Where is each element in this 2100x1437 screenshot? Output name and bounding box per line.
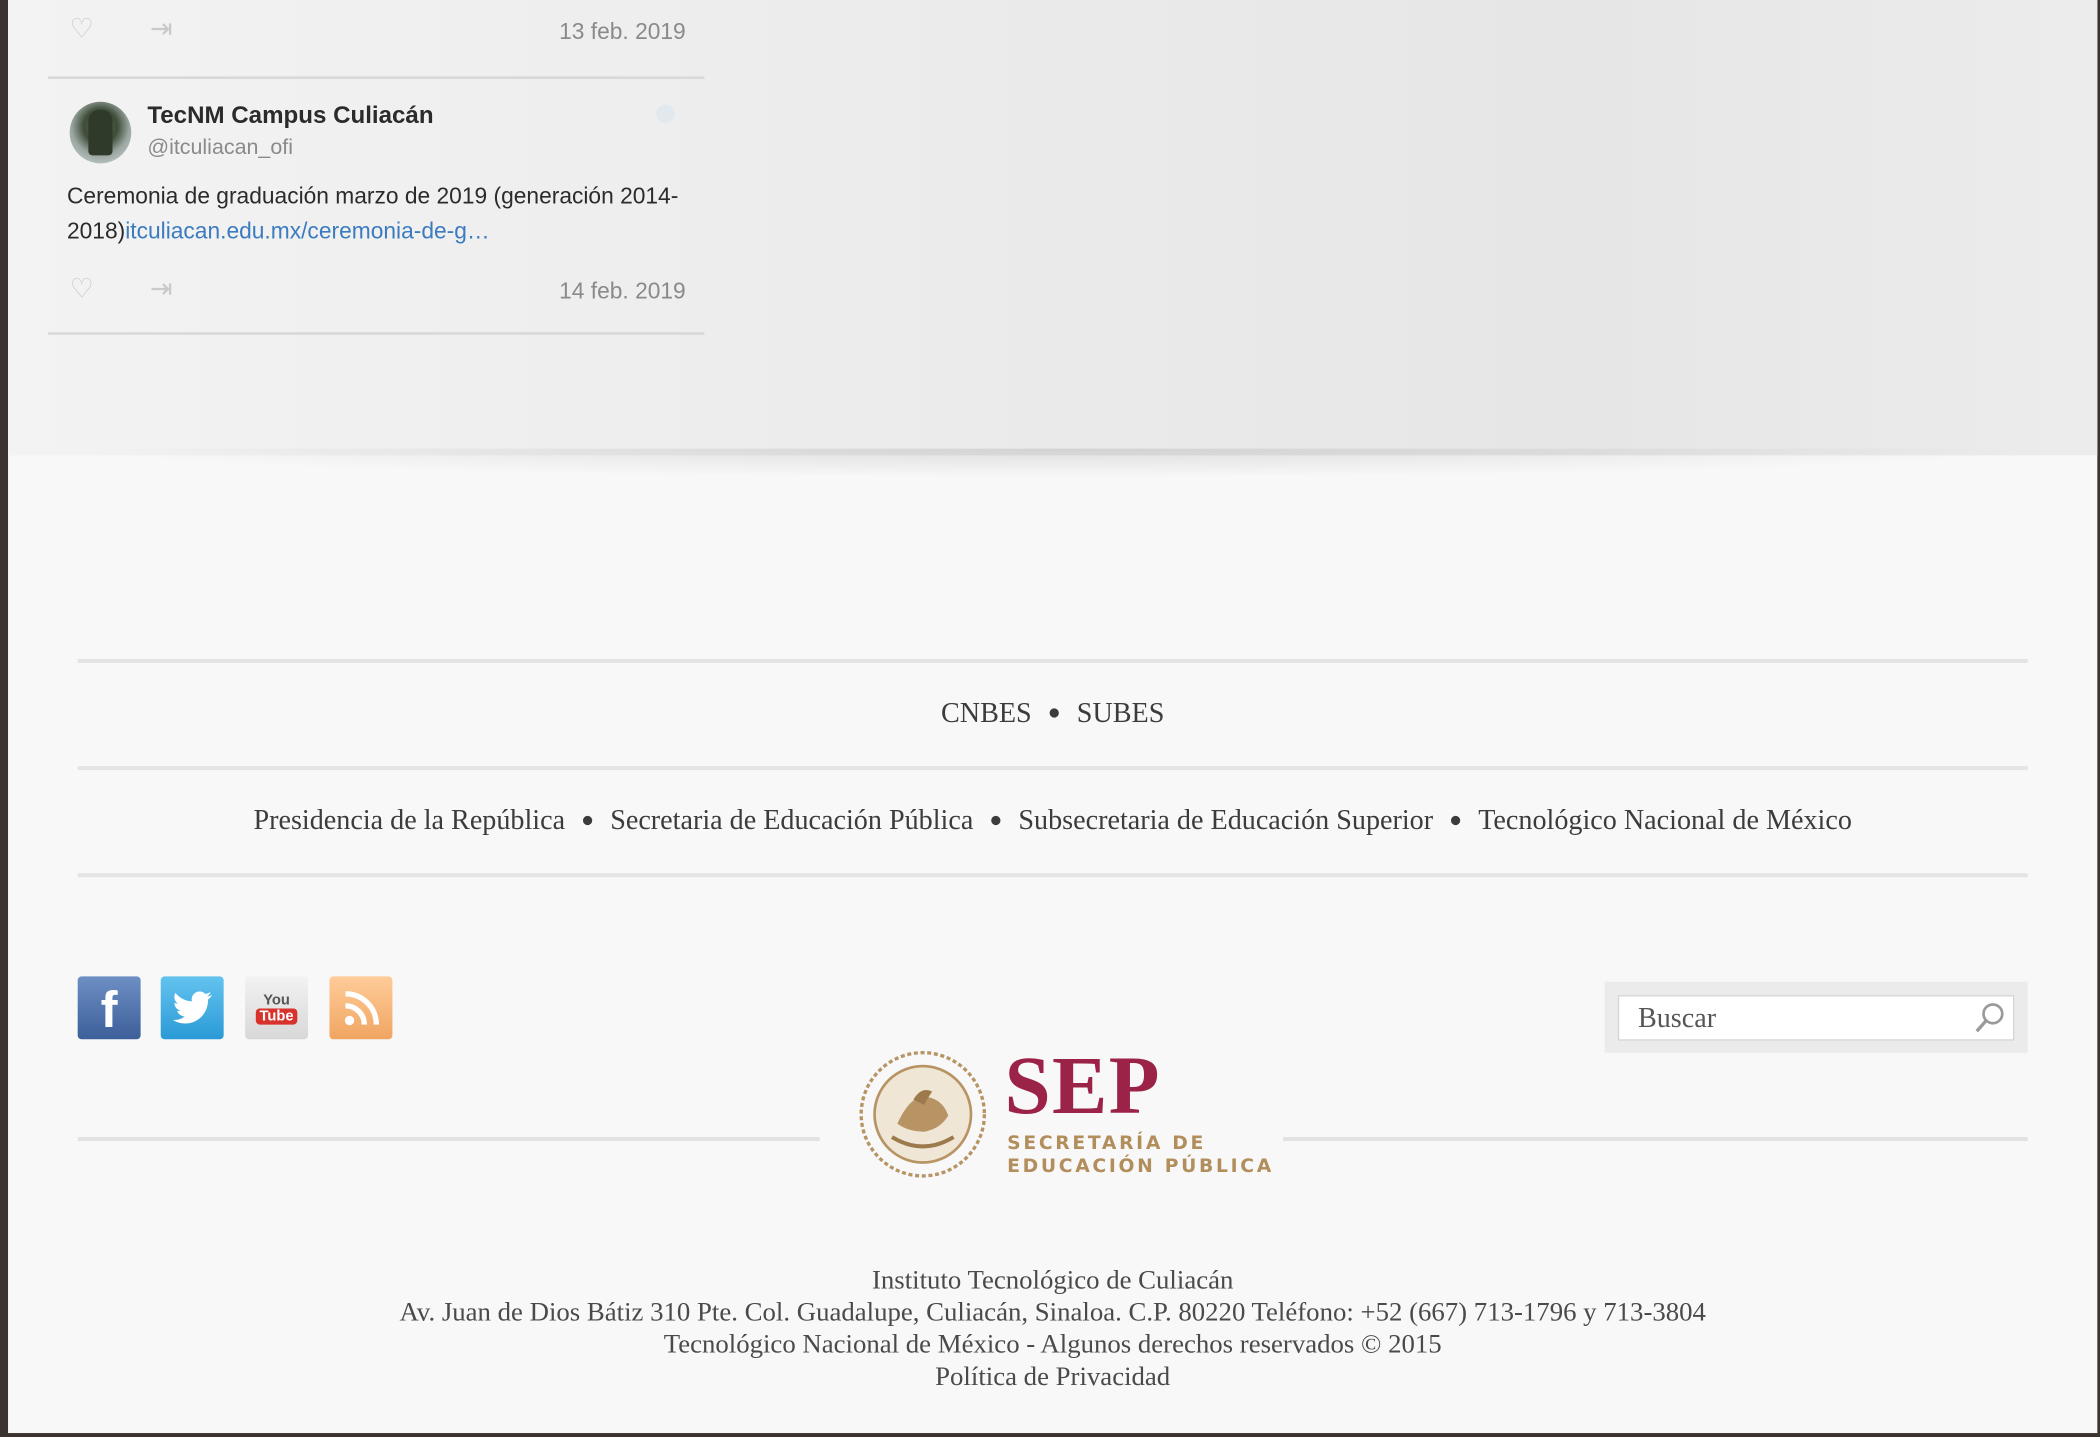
tweet-divider xyxy=(48,76,705,80)
tweet-actions: ♡ ⇥ 13 feb. 2019 xyxy=(48,13,704,53)
separator-dot: ● xyxy=(1449,808,1463,832)
search-icon[interactable] xyxy=(1974,1002,2006,1034)
section-shadow xyxy=(61,448,2044,479)
tweet-date[interactable]: 13 feb. 2019 xyxy=(559,19,686,46)
separator-dot: ● xyxy=(581,808,595,832)
footer-divider xyxy=(77,658,2028,663)
twitter-bird-icon xyxy=(656,104,676,124)
sep-logo-line2: EDUCACIÓN PÚBLICA xyxy=(1007,1155,1274,1178)
youtube-text: You xyxy=(263,991,290,1008)
national-seal-icon xyxy=(859,1051,987,1178)
logo-divider-right xyxy=(1283,1137,2028,1142)
link-sep[interactable]: Secretaria de Educación Pública xyxy=(610,804,973,836)
avatar[interactable] xyxy=(69,101,132,164)
page: ♡ ⇥ 13 feb. 2019 TecNM Campus Culiacán @… xyxy=(8,0,2098,1434)
copyright: Tecnológico Nacional de México - Algunos… xyxy=(663,1329,1442,1360)
tweet-author-handle[interactable]: @itculiacan_ofi xyxy=(147,137,293,161)
rss-icon[interactable] xyxy=(329,976,393,1040)
tweet-link[interactable]: itculiacan.edu.mx/ceremonia-de-g… xyxy=(125,218,489,243)
footer-divider xyxy=(77,766,2028,771)
separator-dot: ● xyxy=(1047,701,1061,725)
tweet[interactable]: TecNM Campus Culiacán @itculiacan_ofi Ce… xyxy=(48,80,704,281)
link-tecnm[interactable]: Tecnológico Nacional de México xyxy=(1478,804,1852,836)
tweet-author-name[interactable]: TecNM Campus Culiacán xyxy=(147,102,433,130)
share-icon[interactable]: ⇥ xyxy=(150,16,172,43)
link-cnbes[interactable]: CNBES xyxy=(941,696,1032,728)
facebook-icon[interactable]: f xyxy=(77,976,141,1040)
twitter-icon[interactable] xyxy=(160,976,224,1040)
tweet-divider xyxy=(48,332,705,335)
privacy-link[interactable]: Política de Privacidad xyxy=(935,1362,1170,1391)
tweet-date[interactable]: 14 feb. 2019 xyxy=(559,279,686,306)
tweet-text: Ceremonia de graduación marzo de 2019 (g… xyxy=(67,179,696,249)
link-ses[interactable]: Subsecretaria de Educación Superior xyxy=(1018,804,1433,836)
link-subes[interactable]: SUBES xyxy=(1077,696,1165,728)
youtube-tube-text: Tube xyxy=(255,1007,298,1024)
government-links: Presidencia de la República ● Secretaria d… xyxy=(8,804,2097,837)
footer-search xyxy=(1604,981,2028,1053)
search-input[interactable] xyxy=(1617,995,2015,1041)
logo-divider-left xyxy=(77,1137,820,1142)
sep-logo-text: SEP xyxy=(1004,1040,1161,1132)
like-icon[interactable]: ♡ xyxy=(70,276,94,303)
institution-name: Instituto Tecnológico de Culiacán xyxy=(871,1265,1234,1296)
tweet-actions: ♡ ⇥ 14 feb. 2019 xyxy=(48,273,704,313)
footer-divider xyxy=(77,873,2028,878)
street-address: Av. Juan de Dios Bátiz 310 Pte. Col. Gua… xyxy=(399,1297,1706,1328)
link-presidencia[interactable]: Presidencia de la República xyxy=(253,804,565,836)
twitter-timeline[interactable]: ♡ ⇥ 13 feb. 2019 TecNM Campus Culiacán @… xyxy=(8,0,2098,456)
share-icon[interactable]: ⇥ xyxy=(150,276,172,303)
footer-address: Instituto Tecnológico de Culiacán Av. Ju… xyxy=(8,1264,2097,1393)
separator-dot: ● xyxy=(989,808,1003,832)
like-icon[interactable]: ♡ xyxy=(70,16,94,43)
youtube-icon[interactable]: You Tube xyxy=(245,976,309,1040)
sep-logo-line1: SECRETARÍA DE xyxy=(1007,1133,1206,1155)
council-links: CNBES ● SUBES xyxy=(8,696,2097,729)
